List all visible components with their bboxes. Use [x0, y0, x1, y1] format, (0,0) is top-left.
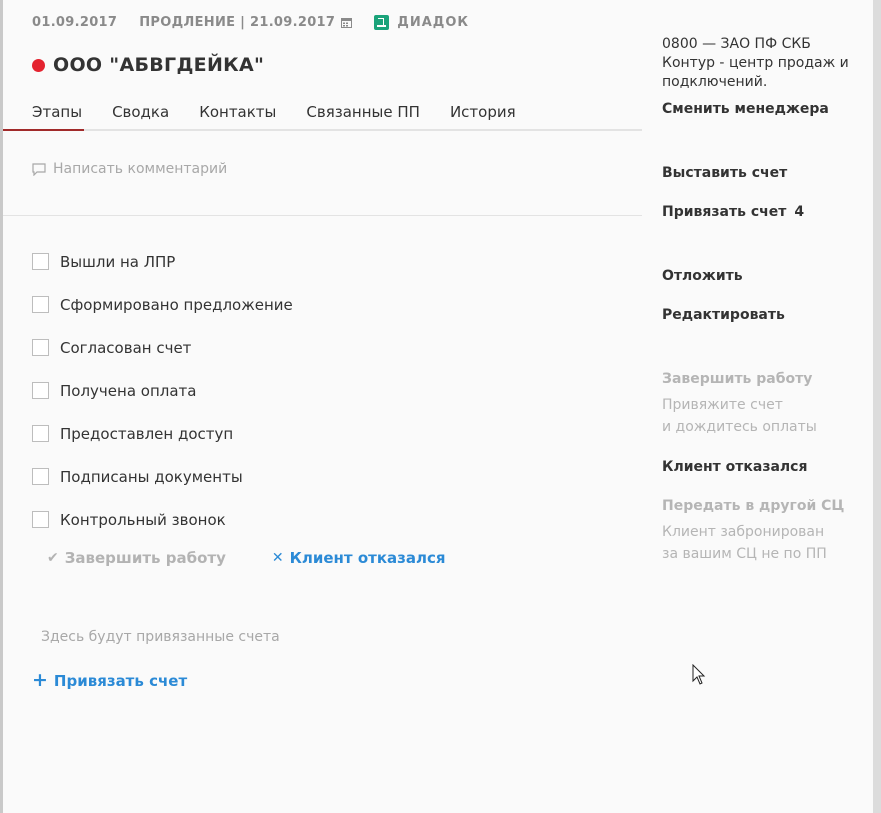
stage-label: Согласован счет — [60, 338, 192, 357]
stage-label: Вышли на ЛПР — [60, 252, 176, 271]
left-border — [0, 0, 3, 813]
calendar-icon[interactable] — [341, 17, 353, 28]
stage-item[interactable]: Контрольный звонок — [32, 498, 293, 541]
manager-line: Контур - центр продаж и — [662, 55, 849, 71]
tab-contacts[interactable]: Контакты — [199, 103, 276, 129]
issue-invoice-link[interactable]: Выставить счет — [662, 165, 787, 181]
tab-history[interactable]: История — [450, 103, 516, 129]
start-date: 01.09.2017 — [32, 15, 118, 30]
stage-label: Контрольный звонок — [60, 510, 226, 529]
stages-checklist: Вышли на ЛПР Сформировано предложение Со… — [32, 240, 293, 541]
finish-work-link[interactable]: Завершить работу — [662, 371, 812, 387]
scrollbar-track[interactable] — [873, 0, 881, 813]
active-tab-indicator — [3, 129, 84, 131]
transfer-note: Клиент забронирован — [662, 524, 825, 540]
stage-checkbox[interactable] — [32, 425, 49, 442]
diadoc-badge[interactable]: ДИАДОК — [374, 15, 469, 30]
stage-item[interactable]: Получена оплата — [32, 369, 293, 412]
transfer-note: за вашим СЦ не по ПП — [662, 546, 827, 562]
stage-checkbox[interactable] — [32, 339, 49, 356]
section-divider — [3, 215, 642, 216]
stage-checkbox[interactable] — [32, 468, 49, 485]
edit-link[interactable]: Редактировать — [662, 307, 785, 323]
stage-actions: ✔ Завершить работу ✕ Клиент отказался — [47, 549, 445, 567]
diadoc-label: ДИАДОК — [397, 15, 470, 30]
stage-checkbox[interactable] — [32, 511, 49, 528]
meta-row: 01.09.2017 ПРОДЛЕНИЕ | 21.09.2017 ДИАДОК — [32, 15, 469, 30]
stage-label: Предоставлен доступ — [60, 424, 234, 443]
finish-work-label: Завершить работу — [64, 549, 226, 567]
bind-invoice-label: Привязать счет — [53, 671, 188, 690]
company-name: ООО "АБВГДЕЙКА" — [53, 54, 265, 76]
bind-invoice-link-label: Привязать счет — [662, 204, 787, 220]
renewal-info: ПРОДЛЕНИЕ | 21.09.2017 — [139, 15, 336, 30]
invoice-count-badge: 4 — [794, 204, 805, 220]
bind-invoice-button[interactable]: + Привязать счет — [32, 671, 187, 690]
stage-item[interactable]: Подписаны документы — [32, 455, 293, 498]
mouse-cursor-icon — [692, 664, 706, 685]
company-header: ООО "АБВГДЕЙКА" — [32, 54, 264, 76]
checkmark-icon: ✔ — [47, 550, 59, 566]
client-refused-link[interactable]: Клиент отказался — [662, 459, 807, 475]
comment-placeholder: Написать комментарий — [53, 161, 228, 177]
postpone-link[interactable]: Отложить — [662, 268, 743, 284]
tab-summary[interactable]: Сводка — [112, 103, 169, 129]
stage-checkbox[interactable] — [32, 382, 49, 399]
client-refused-label: Клиент отказался — [289, 549, 446, 567]
client-refused-button[interactable]: ✕ Клиент отказался — [272, 549, 446, 567]
status-dot-icon — [32, 58, 45, 72]
close-icon: ✕ — [271, 550, 284, 566]
diadoc-icon — [374, 15, 390, 30]
comment-input[interactable]: Написать комментарий — [32, 161, 227, 177]
finish-work-note: Привяжите счет — [662, 397, 783, 413]
transfer-link[interactable]: Передать в другой СЦ — [662, 498, 844, 514]
stage-item[interactable]: Сформировано предложение — [32, 283, 293, 326]
manager-info: 0800 — ЗАО ПФ СКБ Контур - центр продаж … — [662, 35, 867, 92]
stage-item[interactable]: Предоставлен доступ — [32, 412, 293, 455]
finish-work-note: и дождитесь оплаты — [662, 419, 817, 435]
stage-checkbox[interactable] — [32, 296, 49, 313]
stage-item[interactable]: Вышли на ЛПР — [32, 240, 293, 283]
plus-icon: + — [32, 669, 48, 691]
stage-item[interactable]: Согласован счет — [32, 326, 293, 369]
tab-stages[interactable]: Этапы — [32, 103, 82, 129]
stage-label: Подписаны документы — [60, 467, 243, 486]
manager-line: подключений. — [662, 74, 768, 90]
invoices-placeholder: Здесь будут привязанные счета — [41, 629, 280, 645]
stage-label: Сформировано предложение — [60, 295, 293, 314]
finish-work-button[interactable]: ✔ Завершить работу — [47, 549, 226, 567]
comment-icon — [32, 162, 46, 176]
tabs: Этапы Сводка Контакты Связанные ПП Истор… — [32, 103, 546, 129]
stage-checkbox[interactable] — [32, 253, 49, 270]
tab-related-pp[interactable]: Связанные ПП — [306, 103, 420, 129]
tabs-divider — [3, 129, 642, 131]
manager-line: 0800 — ЗАО ПФ СКБ — [662, 36, 811, 52]
change-manager-link[interactable]: Сменить менеджера — [662, 101, 829, 117]
bind-invoice-link[interactable]: Привязать счет 4 — [662, 204, 804, 220]
stage-label: Получена оплата — [60, 381, 197, 400]
